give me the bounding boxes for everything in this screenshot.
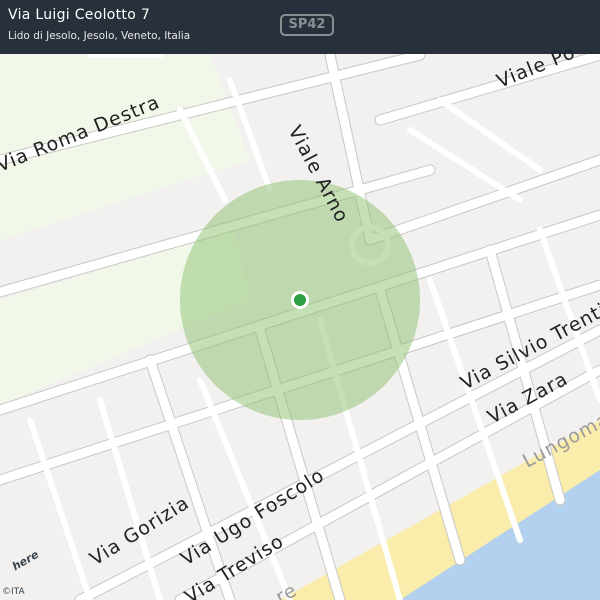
copyright-text: ©ITA [2, 587, 25, 597]
road-shield-sp42: SP42 [280, 14, 334, 36]
map-view[interactable]: Via Roma Destra Viale Arno Viale Po Via … [0, 0, 600, 600]
map-canvas[interactable]: Via Roma Destra Viale Arno Viale Po Via … [0, 0, 600, 600]
location-dot-icon[interactable] [294, 294, 306, 306]
